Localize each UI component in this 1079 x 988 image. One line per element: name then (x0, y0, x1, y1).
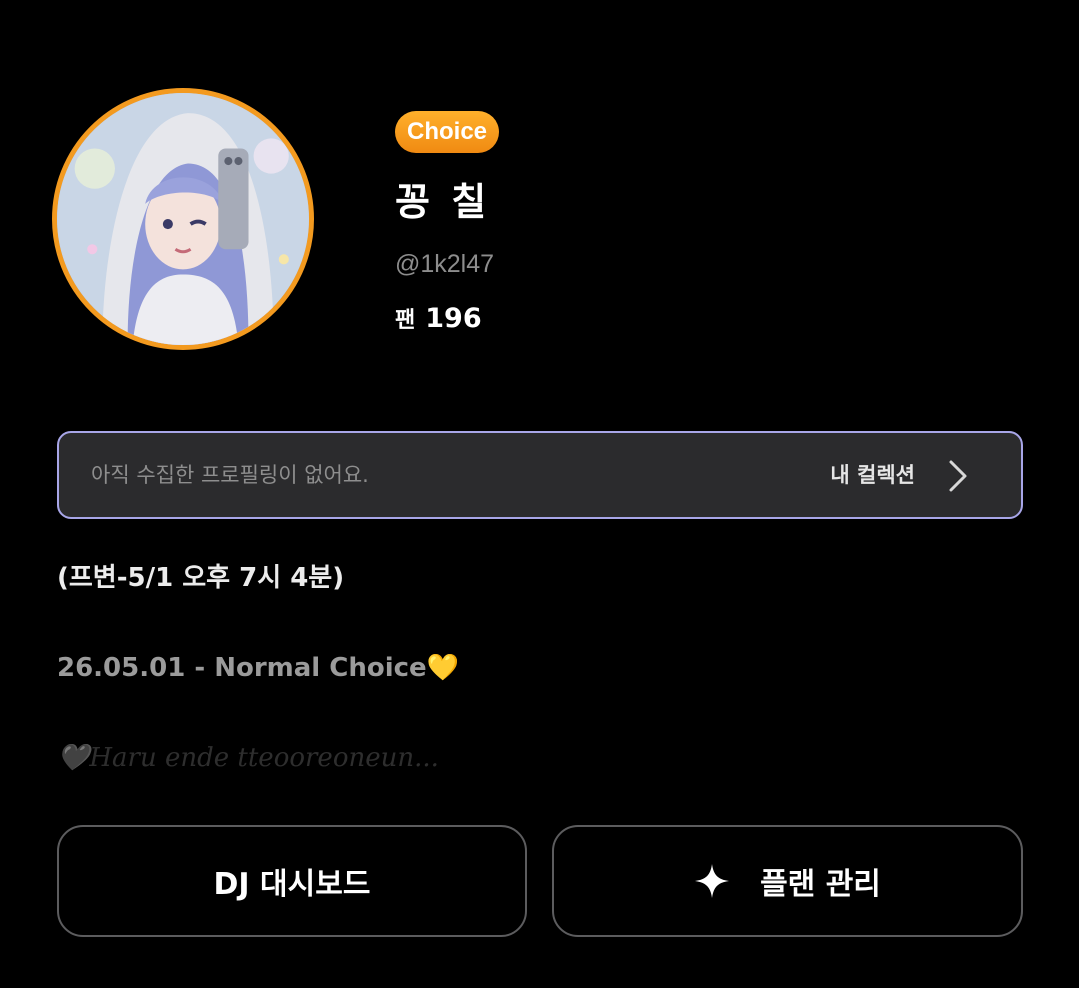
dj-dashboard-button[interactable]: DJ 대시보드 (57, 825, 527, 937)
sparkle-icon (695, 864, 730, 898)
bio-line-3: 🖤Haru ende tteooreoneun... (57, 743, 439, 773)
plan-manage-button[interactable]: 플랜 관리 (552, 825, 1023, 937)
choice-badge: Choice (395, 111, 500, 153)
fans-count: 팬 196 (395, 302, 482, 338)
my-collection-link[interactable]: 내 컬렉션 (830, 433, 915, 517)
bio-line-2: 26.05.01 - Normal Choice💛 (57, 653, 460, 683)
bio-line-1: (프변-5/1 오후 7시 4분) (57, 563, 345, 593)
collection-empty-text: 아직 수집한 프로필링이 없어요. (91, 463, 369, 487)
avatar-illustration-icon (57, 93, 309, 345)
profile-handle: @1k2l47 (395, 250, 495, 278)
fans-label: 팬 (395, 308, 416, 333)
avatar[interactable] (52, 88, 314, 350)
plan-manage-label: 플랜 관리 (760, 867, 881, 902)
collection-bar[interactable]: 아직 수집한 프로필링이 없어요. 내 컬렉션 (57, 431, 1023, 519)
dj-dashboard-label: DJ 대시보드 (213, 867, 371, 902)
fans-number: 196 (425, 303, 482, 334)
profile-name: 꽁 칠 (395, 180, 491, 224)
chevron-right-icon[interactable] (947, 459, 969, 493)
